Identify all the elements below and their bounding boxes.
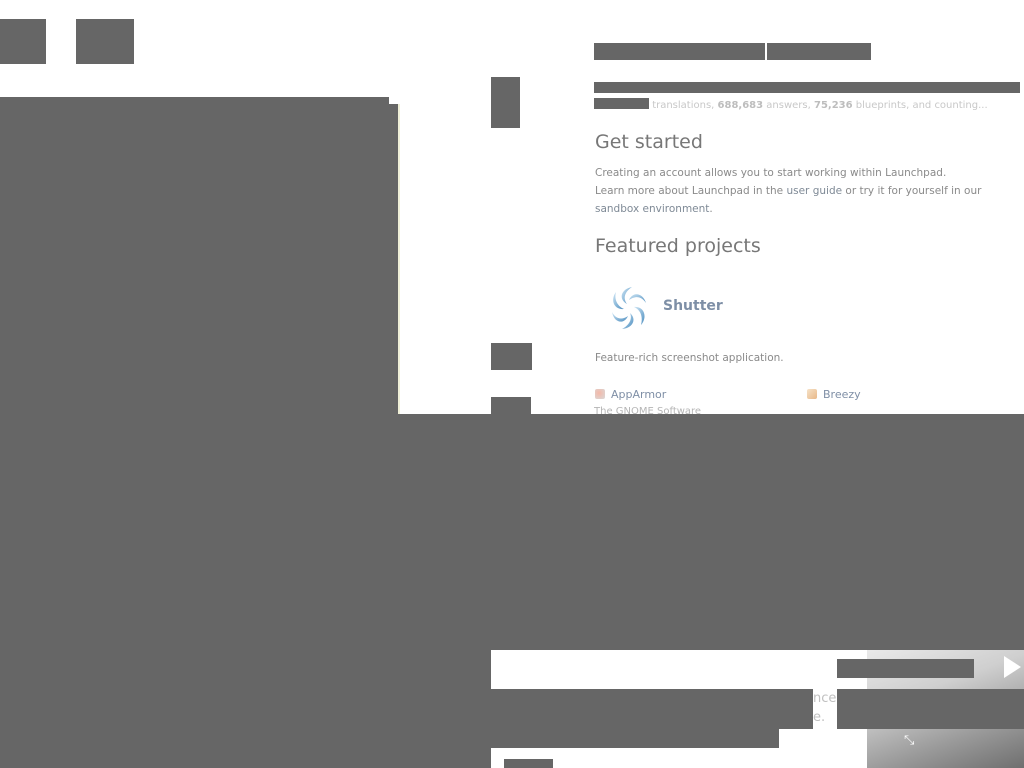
redacted-footer-link[interactable] — [504, 759, 553, 768]
redacted-article-byline — [491, 729, 779, 748]
project-name: Breezy — [823, 388, 861, 401]
featured-projects-heading: Featured projects — [595, 235, 761, 257]
get-started-line3: sandbox environment. — [595, 200, 713, 218]
article-fragment-1: nce — [813, 691, 837, 706]
get-started-line2-prefix: Learn more about Launchpad in the — [595, 185, 787, 197]
get-started-line2: Learn more about Launchpad in the user g… — [595, 182, 981, 200]
clipped-project-row: The GNOME Software — [594, 406, 1024, 414]
get-started-line2-middle: or try it for yourself in our — [842, 185, 982, 197]
redacted-article-text — [491, 689, 813, 729]
sandbox-link[interactable]: sandbox environment — [595, 203, 709, 215]
expand-icon[interactable]: ⤡ — [904, 733, 914, 748]
redacted-left-panel — [0, 97, 389, 414]
redacted-stats-headline — [594, 82, 1020, 93]
shutter-project-link[interactable]: Shutter — [663, 298, 723, 314]
redacted-video-title — [837, 659, 974, 678]
redacted-featured-nav[interactable] — [491, 343, 532, 370]
redacted-side-block — [491, 397, 531, 414]
panel-divider — [398, 104, 400, 414]
stats-answers-count: 688,683 — [717, 100, 764, 111]
redacted-bottom-left — [0, 650, 491, 768]
get-started-line3-suffix: . — [709, 203, 713, 215]
redacted-video-caption — [837, 689, 1024, 729]
redacted-stats-count — [594, 98, 649, 109]
redacted-nav-block[interactable] — [76, 19, 134, 64]
article-fragment-2: e. — [813, 710, 826, 725]
apparmor-icon — [595, 389, 605, 399]
project-link-apparmor[interactable]: AppArmor — [595, 388, 666, 401]
project-name: AppArmor — [611, 388, 667, 401]
redacted-search-input[interactable] — [594, 43, 765, 60]
shutter-description: Feature-rich screenshot application. — [595, 352, 784, 364]
stats-blueprints-label: blueprints, and counting... — [855, 100, 988, 111]
stats-translations-label: translations, — [652, 100, 715, 111]
get-started-heading: Get started — [595, 131, 703, 153]
site-stats-line: translations, 688,683 answers, 75,236 bl… — [594, 98, 1024, 114]
redacted-search-button[interactable] — [767, 43, 871, 60]
breezy-icon — [807, 389, 817, 399]
user-guide-link[interactable]: user guide — [786, 185, 842, 197]
redacted-side-icon — [491, 77, 520, 128]
stats-blueprints-count: 75,236 — [813, 100, 853, 111]
clipped-project-text: The GNOME Software — [594, 406, 702, 414]
stats-answers-label: answers, — [766, 100, 811, 111]
redacted-bottom-band — [0, 414, 1024, 650]
project-link-breezy[interactable]: Breezy — [807, 388, 861, 401]
redacted-logo-block — [0, 19, 46, 64]
get-started-line1: Creating an account allows you to start … — [595, 167, 947, 179]
play-icon[interactable] — [1004, 656, 1021, 678]
shutter-logo-icon[interactable] — [608, 284, 650, 332]
